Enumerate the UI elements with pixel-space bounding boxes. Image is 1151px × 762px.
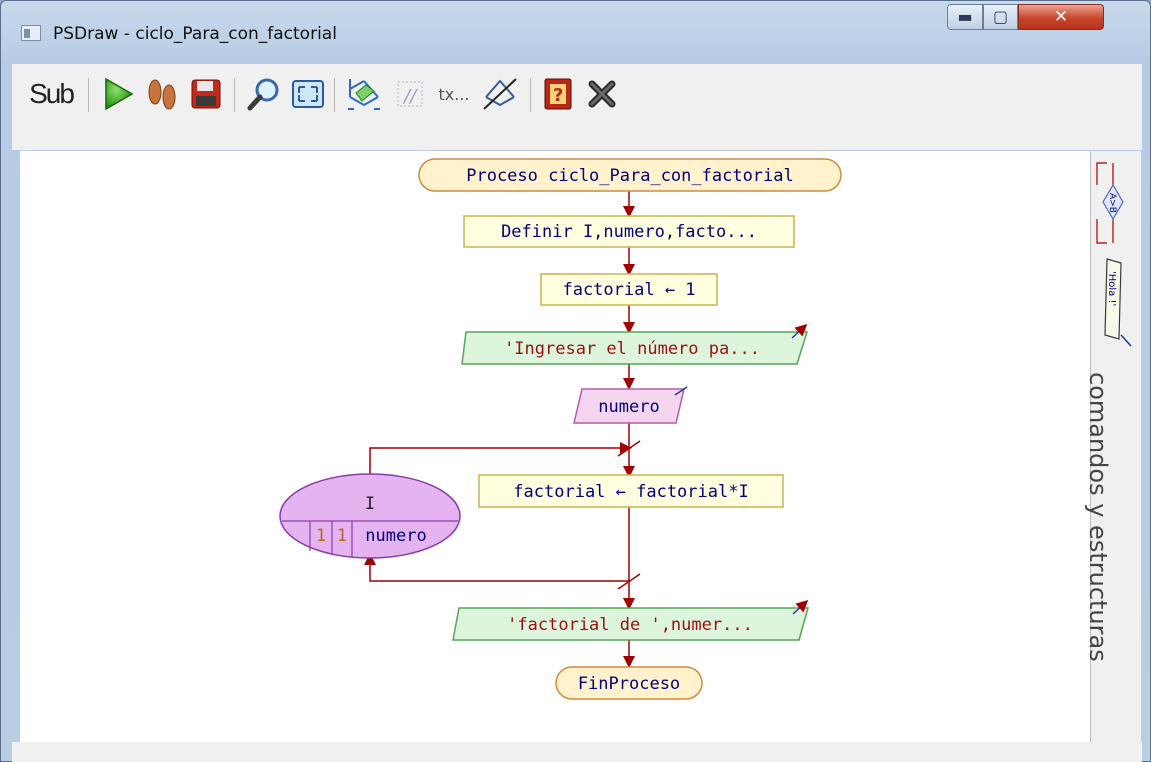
fit-view-button[interactable] [288, 74, 328, 114]
connectors [364, 191, 641, 668]
assign-multiply-label: factorial ← factorial*I [513, 482, 748, 502]
maximize-icon: ▢ [992, 7, 1009, 26]
define-node[interactable]: Definir I,numero,facto... [463, 215, 795, 248]
input-node[interactable]: numero [573, 386, 688, 424]
help-button[interactable]: ? [538, 74, 578, 114]
run-button[interactable] [98, 74, 138, 114]
magnifier-icon [247, 78, 279, 111]
flowchart: Proceso ciclo_Para_con_factorial Definir… [279, 158, 842, 700]
zoom-button[interactable] [244, 74, 284, 114]
play-icon [105, 77, 134, 111]
toolbar-separator [334, 78, 335, 112]
commands-panel-label[interactable]: comandos y estructuras [1084, 372, 1112, 662]
start-node[interactable]: Proceso ciclo_Para_con_factorial [418, 158, 842, 192]
toolbar-separator [88, 78, 89, 112]
crossed-flowchart-icon [483, 78, 517, 110]
assign-init-node[interactable]: factorial ← 1 [540, 273, 718, 306]
loop-step: 1 [337, 526, 347, 546]
toolbar: Sub // tx... ? [12, 64, 1142, 150]
flowchart-edit-icon [348, 79, 380, 110]
minimize-button[interactable]: ▬ [947, 4, 983, 30]
diagram-canvas[interactable]: Proceso ciclo_Para_con_factorial Definir… [19, 151, 1090, 743]
loop-end: numero [365, 526, 426, 546]
assign-init-label: factorial ← 1 [562, 280, 695, 300]
minimize-icon: ▬ [957, 7, 973, 26]
output-shape-tool[interactable]: 'Hola !' [1104, 258, 1132, 347]
output-result-node[interactable]: 'factorial de ',numer... [452, 599, 809, 641]
loop-start: 1 [316, 526, 326, 546]
output-prompt-label: 'Ingresar el número pa... [504, 339, 760, 359]
svg-text://: // [402, 86, 418, 107]
footsteps-icon [148, 79, 176, 110]
svg-text:?: ? [553, 85, 563, 106]
comments-button[interactable]: // [390, 74, 430, 114]
text-view-button[interactable]: tx... [434, 74, 474, 114]
for-loop-node[interactable]: I 1 1 numero [279, 473, 461, 559]
help-book-icon: ? [544, 78, 572, 110]
define-label: Definir I,numero,facto... [501, 222, 757, 242]
floppy-icon [191, 79, 221, 109]
color-mode-button[interactable] [478, 74, 522, 114]
start-label: Proceso ciclo_Para_con_factorial [466, 166, 794, 186]
output-result-label: 'factorial de ',numer... [507, 615, 753, 635]
input-label: numero [598, 397, 659, 417]
close-button[interactable]: ✕ [1018, 4, 1104, 30]
output-tool-text: 'Hola !' [1106, 271, 1117, 306]
step-button[interactable] [142, 74, 182, 114]
close-diagram-button[interactable] [582, 74, 622, 114]
fit-screen-icon [292, 80, 324, 108]
toolbar-separator [530, 78, 531, 112]
toolbar-separator [234, 78, 235, 112]
loop-variable: I [365, 494, 375, 514]
comment-icon: // [397, 81, 423, 107]
end-label: FinProceso [578, 674, 680, 694]
close-icon: ✕ [1053, 7, 1069, 27]
end-node[interactable]: FinProceso [555, 666, 703, 700]
window-bottom-border [12, 742, 1142, 762]
app-icon [21, 25, 41, 41]
decision-shape-tool[interactable]: A>B [1096, 162, 1124, 244]
structure-shortcuts: A>B 'Hola !' [1096, 162, 1132, 347]
assign-multiply-node[interactable]: factorial ← factorial*I [478, 474, 784, 508]
window-title: PSDraw - ciclo_Para_con_factorial [53, 24, 337, 44]
decision-tool-text: A>B [1107, 193, 1117, 213]
maximize-button[interactable]: ▢ [983, 4, 1018, 30]
output-prompt-node[interactable]: 'Ingresar el número pa... [461, 323, 809, 365]
sub-button[interactable]: Sub [26, 74, 76, 114]
save-button[interactable] [186, 74, 226, 114]
title-bar[interactable]: PSDraw - ciclo_Para_con_factorial ▬ ▢ ✕ [1, 1, 1151, 63]
flowchart-style-button[interactable] [342, 74, 386, 114]
x-close-icon [588, 80, 616, 108]
